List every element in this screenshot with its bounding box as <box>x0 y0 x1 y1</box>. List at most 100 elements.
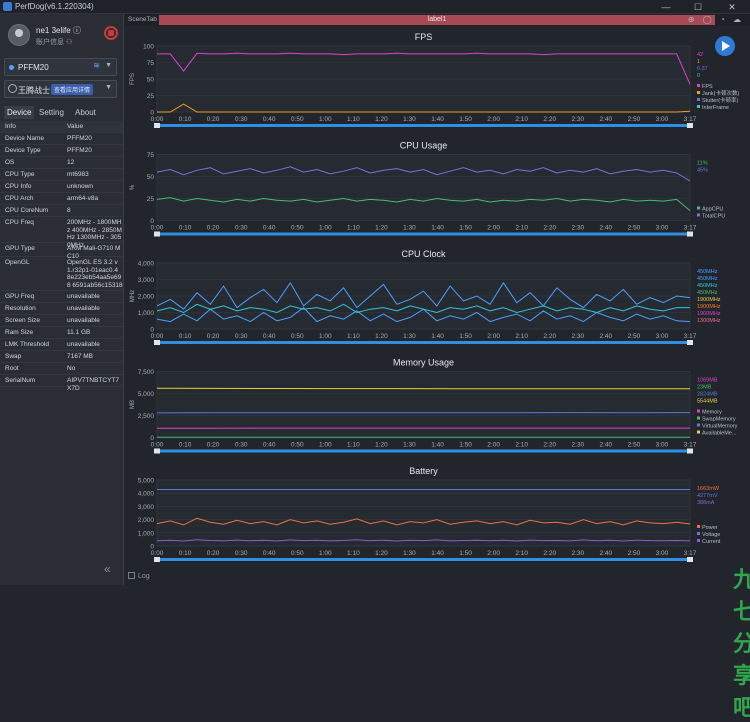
legend-swatch <box>697 525 700 528</box>
x-tick-label: 2:30 <box>571 225 584 232</box>
y-tick-label: 5,000 <box>138 391 155 398</box>
y-tick-label: 75 <box>147 152 155 159</box>
x-tick-label: 0:30 <box>235 333 248 340</box>
x-tick-label: 0:20 <box>207 333 220 340</box>
legend-value: 1900MHz <box>697 304 721 310</box>
watermark: 九七分享吧 <box>733 562 750 722</box>
info-key: Device Name <box>5 135 44 142</box>
x-tick-label: 2:20 <box>543 225 556 232</box>
x-tick-label: 0:00 <box>151 550 164 557</box>
toolbar-icons[interactable]: ⊕ ◯ ◔ ☁ <box>688 15 744 24</box>
x-tick-label: 1:00 <box>319 550 332 557</box>
record-stop-button[interactable] <box>104 26 118 40</box>
info-row: OpenGLOpenGL ES 3.2 v1.r32p1-01eac0.4 8e… <box>0 257 123 291</box>
tab-device[interactable]: Device <box>4 106 34 119</box>
account-info-link[interactable]: 账户信息 ⚇ <box>36 37 72 47</box>
time-slider-handle-left[interactable] <box>154 340 160 345</box>
legend-value: 1900MHz <box>697 297 721 303</box>
avatar[interactable] <box>8 24 30 46</box>
x-tick-label: 2:10 <box>515 550 528 557</box>
y-tick-label: 3,000 <box>138 504 155 511</box>
legend-swatch <box>697 431 700 434</box>
app-select-value: 王腾战士 <box>18 85 50 96</box>
info-key: CPU CoreNum <box>5 207 48 214</box>
x-tick-label: 1:00 <box>319 225 332 232</box>
time-slider-handle-right[interactable] <box>687 232 693 237</box>
minimize-button[interactable]: — <box>652 0 680 14</box>
legend-label: AvailableMe... <box>702 431 737 437</box>
x-tick-label: 2:40 <box>600 333 613 340</box>
legend-label: Stutter(卡顿率) <box>702 96 739 104</box>
log-checkbox[interactable] <box>128 572 135 579</box>
info-key: Swap <box>5 353 21 360</box>
user-name: ne1 3elife ⓘ <box>36 25 81 36</box>
time-slider-track <box>157 450 690 453</box>
x-tick-label: 1:50 <box>459 550 472 557</box>
info-key: OS <box>5 159 14 166</box>
maximize-button[interactable]: ☐ <box>684 0 712 14</box>
time-slider-handle-right[interactable] <box>687 557 693 562</box>
info-key: CPU Arch <box>5 195 34 202</box>
x-tick-label: 1:40 <box>431 333 444 340</box>
legend-value: 1300MHz <box>697 318 721 324</box>
tab-setting[interactable]: Setting <box>36 106 67 119</box>
x-tick-label: 0:10 <box>179 116 192 123</box>
app-detail-tag[interactable]: 查看应用详情 <box>51 84 93 95</box>
legend-value: 450MHz <box>697 269 718 275</box>
time-slider-track <box>157 558 690 561</box>
x-tick-label: 1:20 <box>375 550 388 557</box>
y-tick-label: 7,500 <box>138 369 155 376</box>
time-slider-handle-left[interactable] <box>154 557 160 562</box>
time-slider-handle-left[interactable] <box>154 123 160 128</box>
device-select[interactable]: PFFM20 ≋ ▼ <box>4 58 117 76</box>
legend-value: 42 <box>697 52 703 58</box>
close-button[interactable]: ✕ <box>718 0 746 14</box>
time-slider-handle-right[interactable] <box>687 123 693 128</box>
time-slider-track <box>157 124 690 127</box>
y-axis-label: FPS <box>130 73 136 85</box>
time-slider-handle-right[interactable] <box>687 449 693 454</box>
time-slider-track <box>157 233 690 236</box>
info-key: OpenGL <box>5 259 30 266</box>
device-info-table: Info Value Device NamePFFM20Device TypeP… <box>0 121 123 387</box>
scene-tab[interactable]: SceneTab <box>128 16 157 23</box>
x-tick-label: 0:50 <box>291 116 304 123</box>
legend-swatch <box>697 417 700 420</box>
legend-swatch <box>697 214 700 217</box>
title-bar: PerfDog(v6.1.220304) — ☐ ✕ <box>0 0 750 14</box>
time-slider-handle-left[interactable] <box>154 449 160 454</box>
info-key: Root <box>5 365 19 372</box>
y-axis-label: MB <box>130 400 136 409</box>
x-tick-label: 1:40 <box>431 550 444 557</box>
legend-value: 1900MHz <box>697 311 721 317</box>
time-slider-handle-right[interactable] <box>687 340 693 345</box>
legend-value: 1069MB <box>697 378 718 384</box>
legend-value: 450MHz <box>697 290 718 296</box>
x-tick-label: 2:30 <box>571 550 584 557</box>
info-row: OS12 <box>0 157 123 169</box>
time-slider-handle-left[interactable] <box>154 232 160 237</box>
tab-about[interactable]: About <box>72 106 99 119</box>
info-row: Swap7167 MB <box>0 351 123 363</box>
x-tick-label: 1:30 <box>403 550 416 557</box>
x-tick-label: 3:00 <box>656 442 669 449</box>
info-row: Device TypePFFM20 <box>0 145 123 157</box>
x-tick-label: 1:30 <box>403 442 416 449</box>
x-tick-label: 3:17 <box>684 116 697 123</box>
app-select[interactable]: 王腾战士 查看应用详情 ▼ <box>4 80 117 98</box>
legend-label: FPS <box>702 84 713 90</box>
scene-label[interactable]: label1 <box>159 15 715 25</box>
user-panel: ne1 3elife ⓘ 账户信息 ⚇ <box>6 22 118 52</box>
x-tick-label: 2:30 <box>571 442 584 449</box>
info-value: unavailable <box>67 293 123 301</box>
legend-label: Jank(卡顿次数) <box>702 89 739 97</box>
info-value: mt6983 <box>67 171 123 179</box>
info-row: CPU Infounknown <box>0 181 123 193</box>
collapse-sidebar-icon[interactable]: « <box>104 562 111 576</box>
log-toggle[interactable]: Log <box>128 572 150 580</box>
info-key: CPU Info <box>5 183 31 190</box>
x-tick-label: 3:17 <box>684 225 697 232</box>
info-row: Device NamePFFM20 <box>0 133 123 145</box>
legend-value: 1 <box>697 59 700 65</box>
legend-swatch <box>697 207 700 210</box>
